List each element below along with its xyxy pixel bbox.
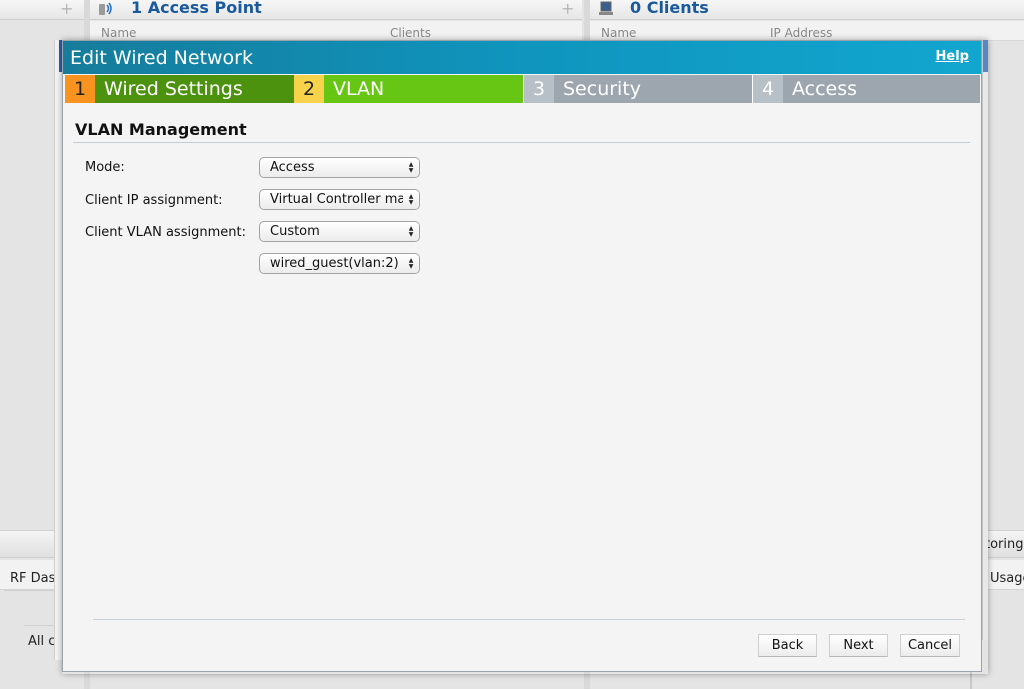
client-vlan-assignment-label: Client VLAN assignment: [85, 225, 246, 240]
step-label: VLAN [324, 75, 523, 103]
mode-select-value: Access [270, 160, 315, 175]
tab-monitoring[interactable]: toring [985, 537, 1024, 552]
dialog-title: Edit Wired Network [70, 47, 253, 69]
step-label: Access [783, 75, 980, 103]
footer-divider [93, 619, 965, 620]
column-header-name[interactable]: Name [601, 26, 636, 40]
vlan-name-select[interactable]: wired_guest(vlan:2) ▲ ▼ [259, 253, 420, 274]
select-arrows-icon: ▲ ▼ [403, 254, 419, 273]
client-vlan-assignment-value: Custom [270, 224, 320, 239]
step-security[interactable]: 3 Security [523, 75, 752, 103]
modal-scrollbar[interactable] [982, 40, 988, 640]
client-ip-assignment-label: Client IP assignment: [85, 193, 223, 208]
step-label: Security [554, 75, 752, 103]
tab-rf-dashboard[interactable]: RF Das [10, 571, 55, 586]
select-arrows-icon: ▲ ▼ [403, 222, 419, 241]
scrollbar-thumb[interactable] [983, 40, 988, 72]
column-header-ip-address[interactable]: IP Address [770, 26, 832, 40]
select-arrows-icon: ▲ ▼ [403, 158, 419, 177]
edit-wired-network-dialog: Edit Wired Network Help 1 Wired Settings… [62, 40, 982, 672]
step-number: 3 [524, 75, 554, 103]
column-header-clients[interactable]: Clients [390, 26, 431, 40]
section-divider [73, 142, 970, 143]
access-point-icon [99, 2, 112, 15]
step-label: Wired Settings [95, 75, 294, 103]
next-button[interactable]: Next [829, 634, 888, 657]
access-point-count-title[interactable]: 1 Access Point [131, 0, 262, 17]
back-button[interactable]: Back [758, 634, 817, 657]
add-access-point-button[interactable]: + [561, 0, 574, 18]
clients-count-title[interactable]: 0 Clients [630, 0, 709, 17]
select-arrows-icon: ▲ ▼ [403, 190, 419, 209]
step-number: 2 [294, 75, 324, 103]
access-point-column-row [90, 21, 582, 41]
client-vlan-assignment-select[interactable]: Custom ▲ ▼ [259, 221, 420, 242]
dialog-header: Edit Wired Network Help [63, 41, 981, 74]
client-ip-assignment-value: Virtual Controller managed [270, 192, 419, 207]
vlan-name-value: wired_guest(vlan:2) [270, 256, 399, 271]
modal-left-edge [54, 40, 63, 660]
wizard-steps: 1 Wired Settings 2 VLAN 3 Security 4 Acc… [65, 75, 980, 103]
cancel-button[interactable]: Cancel [900, 634, 960, 657]
add-button[interactable]: + [60, 0, 73, 18]
client-ip-assignment-select[interactable]: Virtual Controller managed ▲▼ [259, 189, 420, 210]
laptop-icon [599, 1, 613, 15]
mode-label: Mode: [85, 160, 125, 175]
step-vlan[interactable]: 2 VLAN [294, 75, 523, 103]
section-title: VLAN Management [75, 120, 247, 139]
tab-usage[interactable]: Usage [990, 571, 1024, 586]
column-header-name[interactable]: Name [101, 26, 136, 40]
step-number: 1 [65, 75, 95, 103]
step-wired-settings[interactable]: 1 Wired Settings [65, 75, 294, 103]
step-number: 4 [753, 75, 783, 103]
mode-select[interactable]: Access ▲ ▼ [259, 157, 420, 178]
step-access[interactable]: 4 Access [752, 75, 980, 103]
help-link[interactable]: Help [936, 49, 969, 64]
